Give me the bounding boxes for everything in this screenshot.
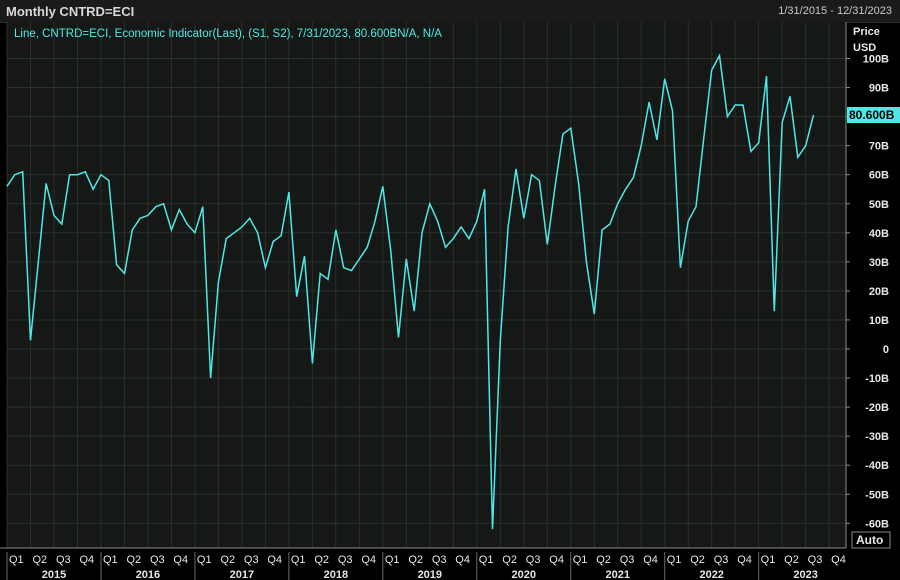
x-tick-label: Q4 (737, 554, 752, 566)
x-tick-label: Q3 (244, 554, 259, 566)
x-tick-label: Q3 (808, 554, 823, 566)
last-value-label: 80.600B (849, 108, 895, 122)
y-tick-label: 50B (869, 199, 889, 211)
x-year-label: 2023 (793, 569, 817, 580)
x-tick-label: Q3 (338, 554, 353, 566)
x-tick-label: Q2 (596, 554, 611, 566)
x-tick-label: Q2 (314, 554, 329, 566)
y-tick-label: 40B (869, 228, 889, 240)
y-tick-label: -20B (865, 402, 889, 414)
y-tick-label: 90B (869, 83, 889, 95)
y-tick-label: -30B (865, 431, 889, 443)
chart-window: Monthly CNTRD=ECI 1/31/2015 - 12/31/2023… (0, 0, 900, 580)
x-year-label: 2018 (324, 569, 348, 580)
y-tick-label: 30B (869, 257, 889, 269)
x-year-label: 2015 (42, 569, 66, 580)
x-tick-label: Q4 (831, 554, 846, 566)
x-tick-label: Q4 (79, 554, 94, 566)
y-tick-label: -60B (865, 518, 889, 530)
x-tick-label: Q1 (385, 554, 400, 566)
y-axis-ticks: 100B90B80B70B60B50B40B30B20B10B0-10B-20B… (845, 22, 889, 548)
plot-area[interactable] (7, 22, 846, 548)
x-tick-label: Q2 (220, 554, 235, 566)
x-tick-label: Q2 (690, 554, 705, 566)
y-tick-label: -10B (865, 373, 889, 385)
x-tick-label: Q4 (173, 554, 188, 566)
auto-button-label: Auto (856, 533, 883, 547)
x-tick-label: Q1 (479, 554, 494, 566)
x-tick-label: Q4 (267, 554, 282, 566)
y-axis-title-usd: USD (853, 42, 876, 54)
y-tick-label: 0 (883, 344, 889, 356)
x-year-label: 2019 (418, 569, 442, 580)
x-tick-label: Q3 (526, 554, 541, 566)
x-tick-label: Q2 (126, 554, 141, 566)
x-tick-label: Q4 (643, 554, 658, 566)
x-tick-label: Q1 (761, 554, 776, 566)
x-tick-label: Q1 (103, 554, 118, 566)
x-tick-label: Q3 (56, 554, 71, 566)
x-tick-label: Q4 (455, 554, 470, 566)
x-tick-label: Q3 (620, 554, 635, 566)
line-chart[interactable]: Line, CNTRD=ECI, Economic Indicator(Last… (0, 0, 900, 580)
x-year-label: 2021 (605, 569, 629, 580)
x-tick-label: Q2 (32, 554, 47, 566)
y-tick-label: -50B (865, 489, 889, 501)
x-tick-label: Q1 (667, 554, 682, 566)
x-year-label: 2017 (230, 569, 254, 580)
x-tick-label: Q1 (9, 554, 24, 566)
y-tick-label: 100B (863, 54, 889, 66)
x-year-label: 2020 (512, 569, 536, 580)
x-year-label: 2022 (699, 569, 723, 580)
x-tick-label: Q1 (573, 554, 588, 566)
x-axis-year-labels: 2015 2016 2017 2018 2019 2020 2021 2022 2023 (42, 569, 818, 580)
x-tick-label: Q2 (502, 554, 517, 566)
y-tick-label: 60B (869, 170, 889, 182)
y-axis-title-price: Price (853, 26, 880, 38)
y-tick-label: 20B (869, 286, 889, 298)
x-tick-label: Q1 (197, 554, 212, 566)
y-tick-label: -40B (865, 460, 889, 472)
x-tick-label: Q4 (361, 554, 376, 566)
x-tick-label: Q3 (714, 554, 729, 566)
x-tick-label: Q4 (549, 554, 564, 566)
series-legend: Line, CNTRD=ECI, Economic Indicator(Last… (14, 28, 442, 40)
x-year-label: 2016 (136, 569, 160, 580)
y-tick-label: 70B (869, 141, 889, 153)
x-tick-label: Q3 (150, 554, 165, 566)
x-tick-label: Q2 (784, 554, 799, 566)
x-tick-label: Q2 (408, 554, 423, 566)
x-tick-label: Q1 (291, 554, 306, 566)
x-tick-label: Q3 (432, 554, 447, 566)
y-tick-label: 10B (869, 315, 889, 327)
